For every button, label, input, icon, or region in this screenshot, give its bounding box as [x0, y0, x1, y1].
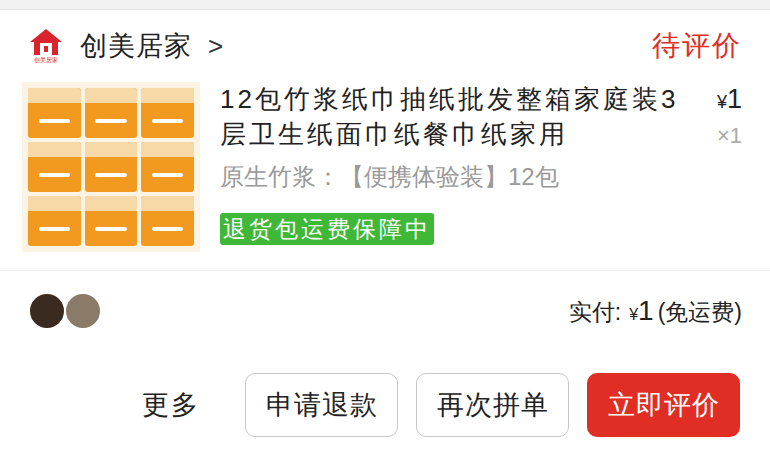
product-price: ¥1	[717, 82, 742, 120]
product-info: 12包竹浆纸巾抽纸批发整箱家庭装3层卫生纸面巾纸餐巾纸家用原生竹浆：【便携体验装…	[220, 82, 742, 252]
order-card: 创美居家创美居家>待评价12包竹浆纸巾抽纸批发整箱家庭装3层卫生纸面巾纸餐巾纸家…	[0, 10, 770, 471]
group-avatars	[28, 292, 102, 330]
avatar	[64, 292, 102, 330]
product-spec: 原生竹浆：【便携体验装】12包	[220, 161, 717, 193]
product-row[interactable]: 12包竹浆纸巾抽纸批发整箱家庭装3层卫生纸面巾纸餐巾纸家用原生竹浆：【便携体验装…	[0, 82, 770, 270]
product-image[interactable]	[22, 82, 200, 252]
action-button[interactable]: 再次拼单	[416, 373, 569, 437]
order-page: 创美居家创美居家>待评价12包竹浆纸巾抽纸批发整箱家庭装3层卫生纸面巾纸餐巾纸家…	[0, 0, 770, 471]
action-button[interactable]: 申请退款	[245, 373, 398, 437]
order-status: 待评价	[652, 28, 742, 64]
store-logo-text: 创美居家	[34, 56, 58, 64]
store-logo-icon: 创美居家	[28, 28, 64, 64]
product-quantity: ×1	[717, 120, 742, 152]
price-column: ¥1×1	[717, 82, 742, 252]
store-link[interactable]: 创美居家创美居家>	[28, 28, 223, 64]
shipping-badge: 退货包运费保障中	[220, 213, 434, 245]
store-name[interactable]: 创美居家	[80, 28, 192, 64]
chevron-icon: >	[208, 28, 223, 64]
order-header: 创美居家创美居家>待评价	[0, 10, 770, 82]
product-title: 12包竹浆纸巾抽纸批发整箱家庭装3层卫生纸面巾纸餐巾纸家用	[220, 82, 690, 152]
more-link[interactable]: 更多	[142, 373, 200, 437]
payment-row: 实付:¥1(免运费)	[0, 270, 770, 350]
action-bar: 更多申请退款再次拼单立即评价	[0, 373, 770, 437]
avatar	[28, 292, 66, 330]
review-button[interactable]: 立即评价	[587, 373, 740, 437]
top-strip	[0, 0, 770, 10]
payment-total: 实付:¥1(免运费)	[569, 290, 742, 332]
